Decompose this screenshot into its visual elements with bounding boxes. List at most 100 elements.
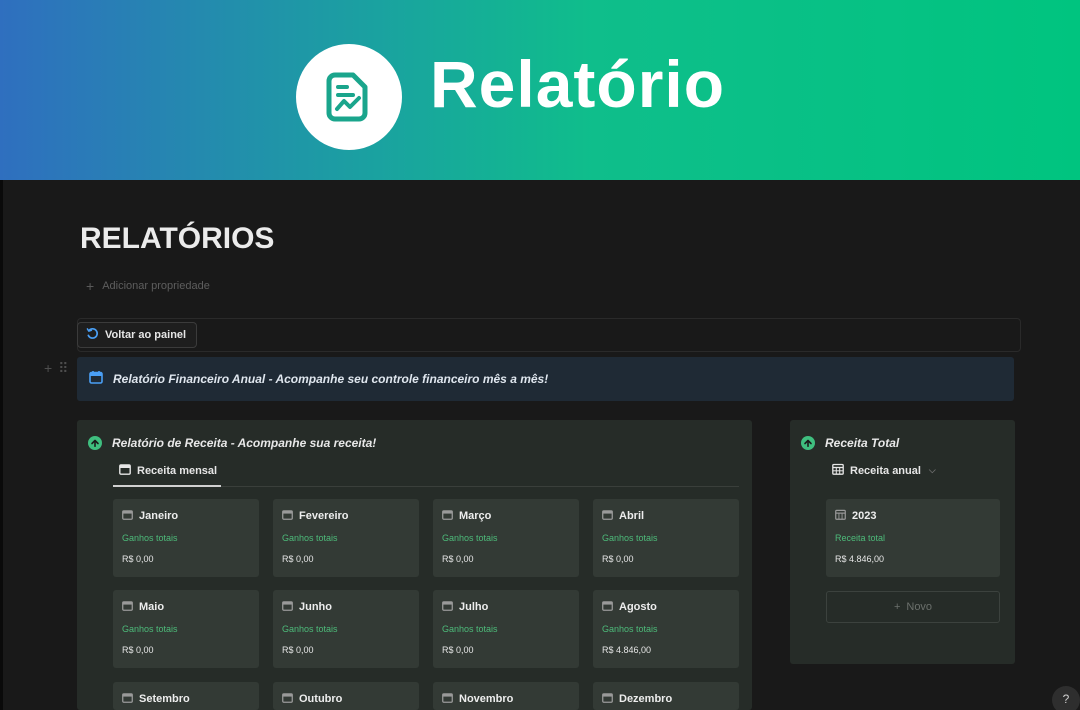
callout-text: Relatório Financeiro Anual - Acompanhe s…	[113, 372, 549, 386]
drag-handle-icon[interactable]: ⠿	[58, 360, 68, 377]
undo-icon	[86, 327, 99, 343]
help-button[interactable]: ?	[1052, 686, 1080, 710]
month-card[interactable]: Agosto Ganhos totais R$ 4.846,00	[593, 590, 739, 668]
month-card[interactable]: Setembro	[113, 682, 259, 710]
month-label: Janeiro	[139, 510, 179, 522]
month-card-title: Outubro	[282, 692, 342, 706]
month-card-value: R$ 0,00	[282, 554, 314, 564]
view-receita-anual[interactable]: Receita anual ⌵	[832, 463, 936, 478]
month-card-subtitle: Ganhos totais	[442, 533, 498, 543]
month-card-title: Julho	[442, 600, 488, 614]
view-label: Receita anual	[850, 464, 921, 477]
year-label: 2023	[852, 510, 877, 522]
calendar-icon	[122, 600, 133, 614]
new-button-label: Novo	[906, 601, 933, 613]
plus-icon: +	[86, 278, 95, 294]
calendar-icon	[282, 600, 293, 614]
month-label: Dezembro	[619, 693, 673, 705]
month-card-title: Março	[442, 509, 491, 523]
revenue-report-title: Relatório de Receita - Acompanhe sua rec…	[112, 436, 377, 450]
annual-report-callout: Relatório Financeiro Anual - Acompanhe s…	[77, 357, 1014, 401]
month-card-subtitle: Ganhos totais	[282, 624, 338, 634]
month-card-value: R$ 4.846,00	[602, 645, 652, 655]
month-card-value: R$ 0,00	[122, 645, 154, 655]
month-label: Setembro	[139, 693, 190, 705]
left-edge	[0, 180, 3, 710]
month-card[interactable]: Março Ganhos totais R$ 0,00	[433, 499, 579, 577]
add-property-label: Adicionar propriedade	[102, 280, 210, 292]
month-card-title: Novembro	[442, 692, 513, 706]
calendar-icon	[89, 370, 103, 389]
arrow-up-circle-icon	[801, 436, 815, 450]
month-label: Maio	[139, 601, 165, 613]
month-label: Fevereiro	[299, 510, 349, 522]
month-card-subtitle: Ganhos totais	[282, 533, 338, 543]
month-card-value: R$ 0,00	[122, 554, 154, 564]
month-card-title: Maio	[122, 600, 164, 614]
month-card[interactable]: Julho Ganhos totais R$ 0,00	[433, 590, 579, 668]
month-card-title: Dezembro	[602, 692, 672, 706]
month-card[interactable]: Outubro	[273, 682, 419, 710]
month-label: Março	[459, 510, 492, 522]
month-card-value: R$ 0,00	[442, 554, 474, 564]
year-card[interactable]: 2023 Receita total R$ 4.846,00	[826, 499, 1000, 577]
month-label: Junho	[299, 601, 332, 613]
month-card-title: Agosto	[602, 600, 657, 614]
table-icon	[832, 463, 844, 478]
month-card-value: R$ 0,00	[442, 645, 474, 655]
month-card-subtitle: Ganhos totais	[442, 624, 498, 634]
month-card-title: Setembro	[122, 692, 190, 706]
month-card[interactable]: Abril Ganhos totais R$ 0,00	[593, 499, 739, 577]
page-title: RELATÓRIOS	[80, 222, 275, 255]
chevron-down-icon: ⌵	[928, 465, 936, 475]
calendar-icon	[442, 509, 453, 523]
month-card[interactable]: Dezembro	[593, 682, 739, 710]
month-card-title: Abril	[602, 509, 644, 523]
tab-receita-mensal[interactable]: Receita mensal	[119, 463, 217, 478]
month-card[interactable]: Janeiro Ganhos totais R$ 0,00	[113, 499, 259, 577]
month-card-value: R$ 0,00	[282, 645, 314, 655]
button-row	[77, 318, 1021, 352]
header-banner: Relatório	[0, 0, 1080, 180]
block-handles[interactable]: + ⠿	[44, 360, 68, 377]
month-label: Novembro	[459, 693, 514, 705]
calendar-icon	[122, 509, 133, 523]
month-label: Agosto	[619, 601, 657, 613]
back-to-dashboard-button[interactable]: Voltar ao painel	[77, 322, 198, 348]
month-card[interactable]: Novembro	[433, 682, 579, 710]
month-label: Abril	[619, 510, 645, 522]
calendar-icon	[602, 600, 613, 614]
report-chart-icon	[296, 44, 402, 150]
month-card-title: Fevereiro	[282, 509, 349, 523]
year-card-subtitle: Receita total	[835, 533, 886, 543]
month-label: Julho	[459, 601, 489, 613]
help-label: ?	[1062, 692, 1070, 706]
month-label: Outubro	[299, 693, 343, 705]
tab-active-indicator	[113, 485, 221, 487]
new-entry-button[interactable]: + Novo	[826, 591, 1000, 623]
year-card-value: R$ 4.846,00	[835, 554, 885, 564]
banner-title: Relatório	[430, 47, 726, 121]
month-card-subtitle: Ganhos totais	[602, 624, 658, 634]
add-property-button[interactable]: + Adicionar propriedade	[86, 278, 210, 294]
calendar-icon	[442, 692, 453, 706]
month-card[interactable]: Fevereiro Ganhos totais R$ 0,00	[273, 499, 419, 577]
revenue-report-header: Relatório de Receita - Acompanhe sua rec…	[88, 436, 376, 450]
plus-icon[interactable]: +	[44, 360, 52, 377]
calendar-icon	[282, 509, 293, 523]
arrow-up-circle-icon	[88, 436, 102, 450]
year-card-title: 2023	[835, 509, 876, 523]
month-card-subtitle: Ganhos totais	[602, 533, 658, 543]
calendar-icon	[119, 463, 131, 478]
calendar-icon	[602, 692, 613, 706]
tab-label: Receita mensal	[137, 464, 218, 477]
plus-icon: +	[893, 601, 901, 613]
calendar-icon	[282, 692, 293, 706]
month-card[interactable]: Maio Ganhos totais R$ 0,00	[113, 590, 259, 668]
month-card[interactable]: Junho Ganhos totais R$ 0,00	[273, 590, 419, 668]
calendar-icon	[602, 509, 613, 523]
calendar-icon	[442, 600, 453, 614]
calendar-icon	[122, 692, 133, 706]
month-card-title: Janeiro	[122, 509, 178, 523]
total-revenue-title: Receita Total	[825, 436, 900, 450]
